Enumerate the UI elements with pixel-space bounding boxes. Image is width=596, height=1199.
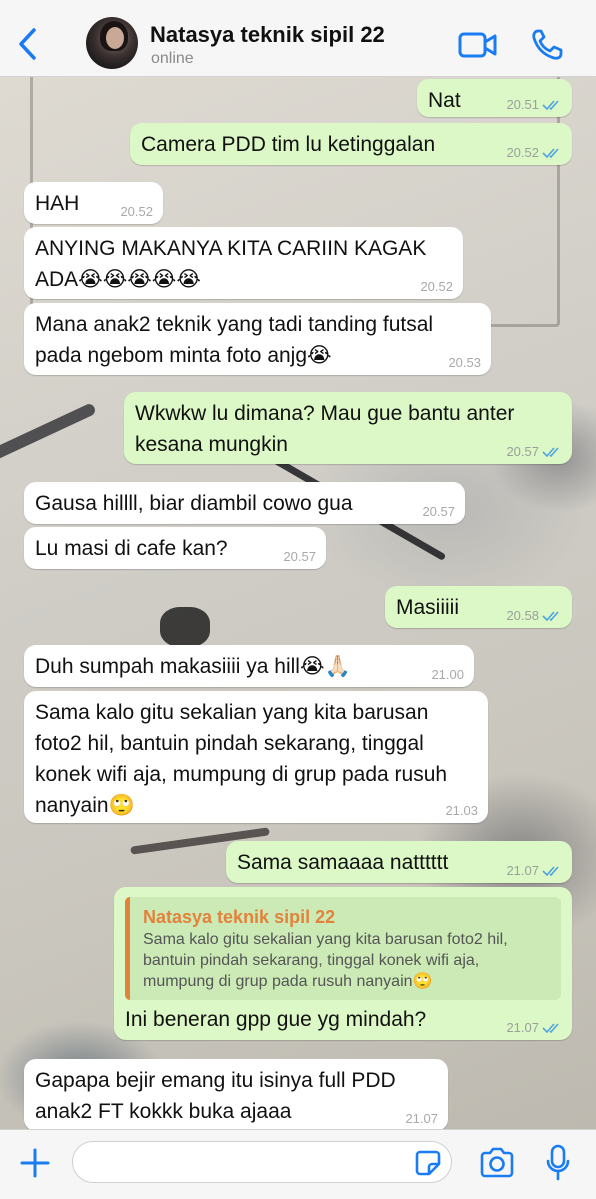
message-meta: 20.52 [506, 145, 562, 161]
message-time: 21.00 [431, 667, 464, 682]
message-input-bar [0, 1129, 596, 1199]
message-meta: 20.57 [422, 504, 455, 520]
message-incoming[interactable]: Duh sumpah makasiiii ya hill😭🙏🏻 21.00 [24, 645, 474, 687]
message-time: 20.52 [120, 204, 153, 219]
sticker-icon [415, 1150, 441, 1176]
message-meta: 20.52 [120, 204, 153, 220]
message-meta: 21.07 [506, 1020, 562, 1036]
message-outgoing[interactable]: Sama samaaaa natttttt 21.07 [226, 841, 572, 883]
camera-icon [480, 1147, 514, 1178]
quoted-text: Sama kalo gitu sekalian yang kita barusa… [143, 931, 513, 990]
message-time: 20.52 [420, 279, 453, 294]
message-outgoing[interactable]: Camera PDD tim lu ketinggalan 20.52 [130, 123, 572, 165]
message-outgoing[interactable]: Masiiiii 20.58 [385, 586, 572, 628]
message-text: Sama kalo gitu sekalian yang kita barusa… [35, 701, 453, 817]
plus-icon [20, 1148, 50, 1178]
voice-call-button[interactable] [530, 28, 564, 62]
message-meta: 21.07 [506, 863, 562, 879]
chevron-left-icon [19, 28, 36, 60]
message-time: 21.07 [405, 1111, 438, 1126]
message-time: 20.57 [283, 549, 316, 564]
message-incoming[interactable]: Mana anak2 teknik yang tadi tanding futs… [24, 303, 491, 375]
message-incoming[interactable]: Gausa hillll, biar diambil cowo gua 20.5… [24, 482, 465, 524]
message-time: 20.57 [422, 504, 455, 519]
wallpaper-ink-bottle [160, 607, 210, 647]
message-text: ANYING MAKANYA KITA CARIIN KAGAK ADA😭😭😭😭… [35, 237, 432, 291]
message-time: 20.51 [506, 97, 539, 112]
message-time: 20.58 [506, 608, 539, 623]
double-check-icon [542, 148, 559, 159]
message-text: Mana anak2 teknik yang tadi tanding futs… [35, 313, 439, 367]
message-meta: 20.51 [506, 97, 562, 113]
message-text: Lu masi di cafe kan? [35, 537, 228, 560]
message-outgoing-reply[interactable]: Natasya teknik sipil 22 Sama kalo gitu s… [114, 887, 572, 1040]
message-incoming[interactable]: ANYING MAKANYA KITA CARIIN KAGAK ADA😭😭😭😭… [24, 227, 463, 299]
message-time: 20.53 [448, 355, 481, 370]
double-check-icon [542, 100, 559, 111]
message-meta: 21.00 [431, 667, 464, 683]
quote-accent-bar [125, 897, 130, 1000]
message-incoming[interactable]: Sama kalo gitu sekalian yang kita barusa… [24, 691, 488, 823]
phone-icon [532, 29, 563, 60]
message-incoming[interactable]: Lu masi di cafe kan? 20.57 [24, 527, 326, 569]
message-time: 21.07 [506, 863, 539, 878]
back-button[interactable] [12, 24, 46, 64]
double-check-icon [542, 1023, 559, 1034]
message-outgoing[interactable]: Wkwkw lu dimana? Mau gue bantu anter kes… [124, 392, 572, 464]
message-meta: 21.03 [445, 803, 478, 819]
chat-header: Natasya teknik sipil 22 online [0, 0, 596, 77]
video-call-button[interactable] [458, 30, 498, 60]
attach-button[interactable] [18, 1146, 52, 1180]
double-check-icon [542, 611, 559, 622]
video-camera-icon [458, 32, 497, 58]
message-meta: 20.58 [506, 608, 562, 624]
contact-name[interactable]: Natasya teknik sipil 22 [150, 22, 385, 48]
quoted-sender: Natasya teknik sipil 22 [143, 907, 336, 927]
sticker-button[interactable] [414, 1149, 442, 1177]
camera-button[interactable] [478, 1146, 516, 1180]
quoted-message[interactable]: Natasya teknik sipil 22 Sama kalo gitu s… [125, 897, 561, 1000]
message-input[interactable] [72, 1141, 452, 1183]
message-time: 20.52 [506, 145, 539, 160]
contact-avatar[interactable] [86, 17, 138, 69]
message-text: Ini beneran gpp gue yg mindah? [125, 1008, 427, 1031]
message-time: 20.57 [506, 444, 539, 459]
double-check-icon [542, 866, 559, 877]
message-text: Camera PDD tim lu ketinggalan [141, 133, 436, 156]
wallpaper-stroke [0, 402, 97, 464]
double-check-icon [542, 447, 559, 458]
message-outgoing[interactable]: Nat 20.51 [417, 79, 572, 117]
microphone-button[interactable] [545, 1143, 571, 1183]
message-meta: 21.07 [405, 1111, 438, 1127]
message-text: Gapapa bejir emang itu isinya full PDD a… [35, 1069, 402, 1123]
message-time: 21.07 [506, 1020, 539, 1035]
message-incoming[interactable]: Gapapa bejir emang itu isinya full PDD a… [24, 1059, 448, 1131]
message-text: Duh sumpah makasiiii ya hill😭🙏🏻 [35, 655, 351, 678]
message-time: 21.03 [445, 803, 478, 818]
microphone-icon [546, 1144, 570, 1181]
message-meta: 20.53 [448, 355, 481, 371]
message-text: Wkwkw lu dimana? Mau gue bantu anter kes… [135, 402, 521, 456]
message-incoming[interactable]: HAH 20.52 [24, 182, 163, 224]
message-meta: 20.57 [283, 549, 316, 565]
message-text: Gausa hillll, biar diambil cowo gua [35, 492, 353, 515]
message-meta: 20.52 [420, 279, 453, 295]
message-meta: 20.57 [506, 444, 562, 460]
avatar-face [106, 27, 124, 49]
contact-status: online [151, 50, 194, 67]
